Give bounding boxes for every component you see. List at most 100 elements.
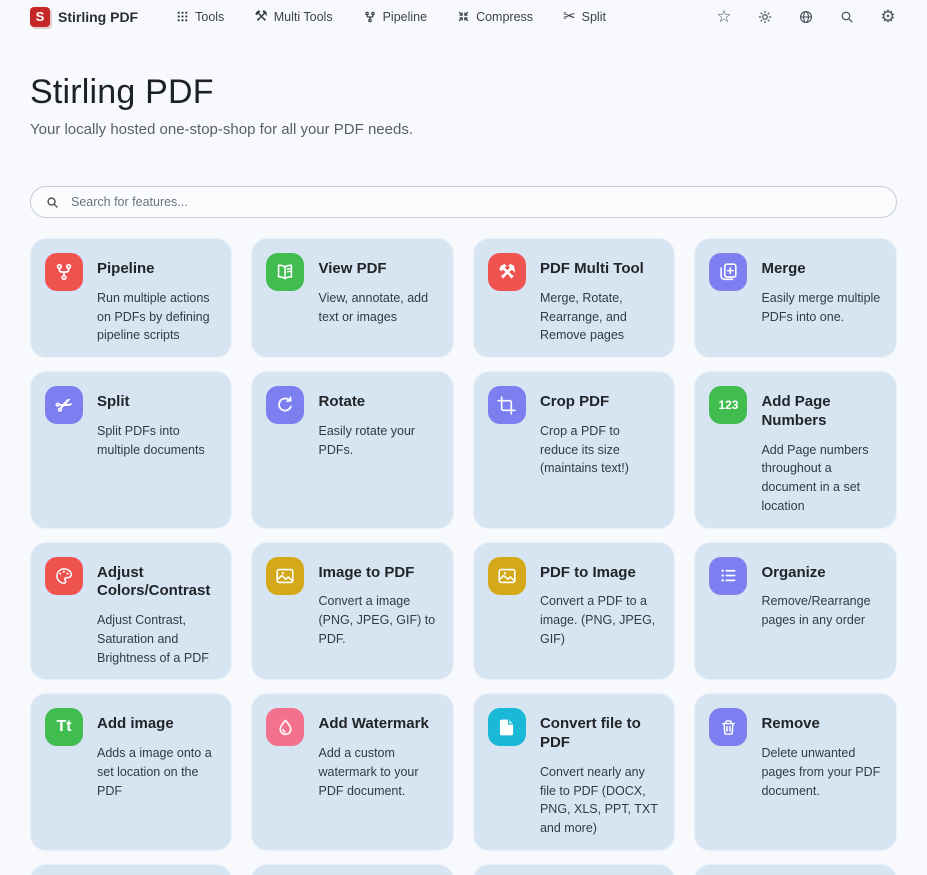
text-Tt-icon: Tt: [45, 708, 83, 746]
hammer-wrench-icon: ⚒: [254, 9, 267, 24]
card-desc: View, annotate, add text or images: [318, 289, 437, 327]
card-desc: Run multiple actions on PDFs by defining…: [97, 289, 216, 345]
image-icon: [488, 557, 526, 595]
card-title: Crop PDF: [540, 385, 659, 412]
card-title: Pipeline: [97, 252, 216, 279]
card-add-watermark[interactable]: Add Watermark Add a custom watermark to …: [251, 693, 453, 851]
card-desc: Easily rotate your PDFs.: [318, 422, 437, 460]
nav-menu: Tools ⚒ Multi Tools Pipeline Compress ✂ …: [176, 9, 606, 24]
nav-item-label: Multi Tools: [274, 10, 333, 24]
card-crop-pdf[interactable]: Crop PDF Crop a PDF to reduce its size (…: [473, 371, 675, 529]
crop-icon: [488, 386, 526, 424]
top-navbar: S Stirling PDF Tools ⚒ Multi Tools Pipel…: [0, 0, 927, 33]
pipeline-icon: [45, 253, 83, 291]
card-add-password[interactable]: Add Password Encrypt your PDF document w…: [30, 864, 232, 875]
card-title: View PDF: [318, 252, 437, 279]
hammer-wrench-icon: ⚒: [488, 253, 526, 291]
brightness-icon[interactable]: [756, 8, 774, 26]
card-title: PDF to Image: [540, 556, 659, 583]
nav-item-label: Split: [582, 10, 606, 24]
card-title: Add Watermark: [318, 707, 437, 734]
brand-name: Stirling PDF: [58, 9, 138, 25]
card-desc: Convert a image (PNG, JPEG, GIF) to PDF.: [318, 592, 437, 648]
compress-icon: [457, 10, 470, 23]
card-remove[interactable]: Remove Delete unwanted pages from your P…: [694, 693, 897, 851]
page-title: Stirling PDF: [30, 73, 897, 112]
card-rotate[interactable]: Rotate Easily rotate your PDFs.: [251, 371, 453, 529]
card-image-to-pdf[interactable]: Image to PDF Convert a image (PNG, JPEG,…: [251, 542, 453, 681]
trash-icon: [709, 708, 747, 746]
card-pdf-multi-tool[interactable]: ⚒ PDF Multi Tool Merge, Rotate, Rearrang…: [473, 238, 675, 358]
card-desc: Delete unwanted pages from your PDF docu…: [761, 744, 881, 800]
card-title: Split: [97, 385, 216, 412]
search-icon[interactable]: [838, 8, 856, 26]
droplet-icon: [266, 708, 304, 746]
card-desc: Easily merge multiple PDFs into one.: [761, 289, 881, 327]
card-add-image[interactable]: Tt Add image Adds a image onto a set loc…: [30, 693, 232, 851]
123-icon: 123: [709, 386, 747, 424]
search-input[interactable]: [71, 195, 882, 209]
card-desc: Merge, Rotate, Rearrange, and Remove pag…: [540, 289, 659, 345]
card-desc: Split PDFs into multiple documents: [97, 422, 216, 460]
card-remove-password[interactable]: Remove Password Remove password protecti…: [251, 864, 453, 875]
merge-pages-icon: [709, 253, 747, 291]
nav-item-multi-tools[interactable]: ⚒ Multi Tools: [254, 9, 332, 24]
feature-grid: Pipeline Run multiple actions on PDFs by…: [30, 238, 897, 875]
settings-icon[interactable]: ⚙: [879, 8, 897, 26]
stirling-logo-icon: S: [30, 7, 50, 27]
card-organize[interactable]: Organize Remove/Rearrange pages in any o…: [694, 542, 897, 681]
scissors-icon: ✂: [45, 386, 83, 424]
globe-icon[interactable]: [797, 8, 815, 26]
nav-item-split[interactable]: ✂ Split: [563, 9, 606, 24]
card-title: Convert file to PDF: [540, 707, 659, 753]
card-view-pdf[interactable]: View PDF View, annotate, add text or ima…: [251, 238, 453, 358]
nav-item-label: Compress: [476, 10, 533, 24]
card-change-metadata[interactable]: Change Metadata Change/Remove/Add metada…: [694, 864, 897, 875]
nav-item-label: Pipeline: [383, 10, 427, 24]
card-title: Add Page Numbers: [761, 385, 881, 431]
nav-item-compress[interactable]: Compress: [457, 10, 533, 24]
card-desc: Crop a PDF to reduce its size (maintains…: [540, 422, 659, 478]
nav-item-label: Tools: [195, 10, 224, 24]
card-title: Rotate: [318, 385, 437, 412]
card-title: Remove: [761, 707, 881, 734]
card-desc: Convert a PDF to a image. (PNG, JPEG, GI…: [540, 592, 659, 648]
rotate-icon: [266, 386, 304, 424]
card-merge[interactable]: Merge Easily merge multiple PDFs into on…: [694, 238, 897, 358]
hero: Stirling PDF Your locally hosted one-sto…: [0, 33, 927, 138]
page-subtitle: Your locally hosted one-stop-shop for al…: [30, 121, 897, 138]
file-icon: [488, 708, 526, 746]
scissors-icon: ✂: [563, 9, 576, 24]
nav-actions: ☆ ⚙: [715, 8, 897, 26]
card-desc: Convert nearly any file to PDF (DOCX, PN…: [540, 763, 659, 838]
card-split[interactable]: ✂ Split Split PDFs into multiple documen…: [30, 371, 232, 529]
bullet-list-icon: [709, 557, 747, 595]
card-title: PDF Multi Tool: [540, 252, 659, 279]
search-bar[interactable]: [30, 186, 897, 218]
card-title: Adjust Colors/Contrast: [97, 556, 216, 602]
card-pdf-to-image[interactable]: PDF to Image Convert a PDF to a image. (…: [473, 542, 675, 681]
nav-item-pipeline[interactable]: Pipeline: [363, 10, 427, 24]
card-adjust-colors[interactable]: Adjust Colors/Contrast Adjust Contrast, …: [30, 542, 232, 681]
star-icon[interactable]: ☆: [715, 8, 733, 26]
card-title: Image to PDF: [318, 556, 437, 583]
card-compress[interactable]: Compress Compress PDFs to reduce their f…: [473, 864, 675, 875]
card-desc: Remove/Rearrange pages in any order: [761, 592, 881, 630]
card-convert-file-to-pdf[interactable]: Convert file to PDF Convert nearly any f…: [473, 693, 675, 851]
search-wrap: [0, 138, 927, 218]
brand[interactable]: S Stirling PDF: [30, 7, 138, 27]
card-title: Merge: [761, 252, 881, 279]
nav-item-tools[interactable]: Tools: [176, 10, 224, 24]
card-desc: Adjust Contrast, Saturation and Brightne…: [97, 611, 216, 667]
card-title: Add image: [97, 707, 216, 734]
search-icon: [45, 195, 60, 210]
grid-icon: [176, 10, 189, 23]
open-book-icon: [266, 253, 304, 291]
palette-icon: [45, 557, 83, 595]
card-add-page-numbers[interactable]: 123 Add Page Numbers Add Page numbers th…: [694, 371, 897, 529]
image-icon: [266, 557, 304, 595]
card-title: Organize: [761, 556, 881, 583]
card-pipeline[interactable]: Pipeline Run multiple actions on PDFs by…: [30, 238, 232, 358]
pipeline-icon: [363, 10, 377, 24]
card-desc: Add a custom watermark to your PDF docum…: [318, 744, 437, 800]
